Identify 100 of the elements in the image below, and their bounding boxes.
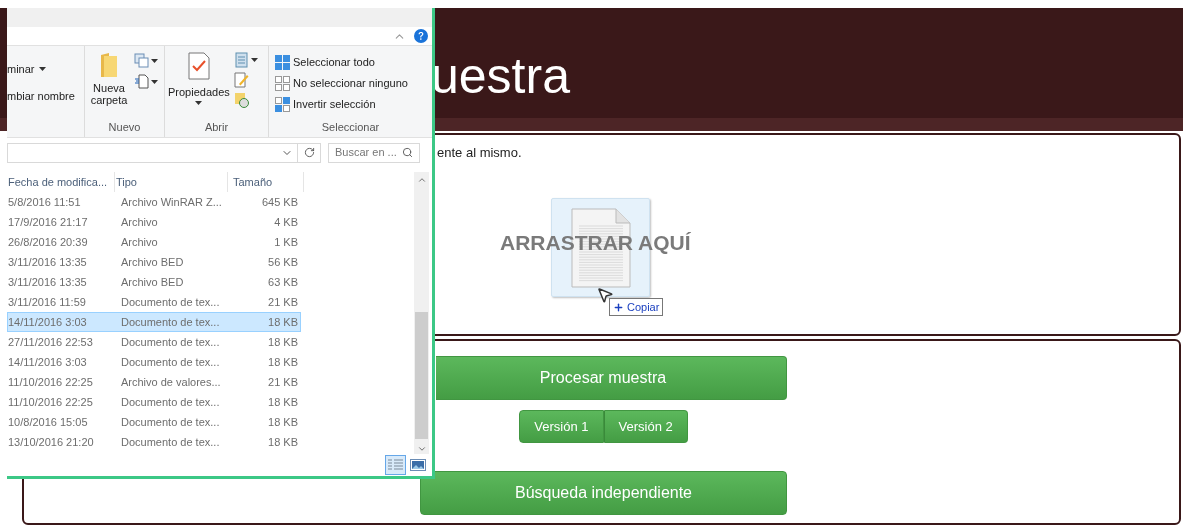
table-cell-text: 17/9/2016 21:17 (8, 214, 89, 230)
table-cell-text: 56 KB (267, 254, 298, 270)
file-row[interactable]: 26/8/2016 20:39 Archivo 1 KB (7, 232, 301, 252)
file-row[interactable]: 3/11/2016 13:35 Archivo BED 56 KB (7, 252, 301, 272)
table-cell-text: Archivo (120, 234, 159, 250)
file-row[interactable]: 11/10/2016 22:25 Documento de tex... 18 KB (7, 392, 301, 412)
select-grid-icon (275, 97, 290, 112)
table-cell-text: 26/8/2016 20:39 (8, 234, 89, 250)
properties-icon (187, 52, 210, 80)
table-cell-text: 1 KB (273, 234, 298, 250)
table-cell-text: 11/10/2016 22:25 (8, 374, 94, 390)
table-cell-text: 3/11/2016 11:59 (8, 294, 87, 310)
table-cell-text: Archivo WinRAR Z... (120, 194, 223, 210)
file-row[interactable]: 3/11/2016 13:35 Archivo BED 63 KB (7, 272, 301, 292)
scroll-down-icon[interactable] (416, 444, 427, 454)
folder-icon (100, 52, 118, 78)
scroll-up-icon[interactable] (416, 175, 427, 185)
intro-text: ente al mismo. (437, 144, 522, 162)
history-icon (233, 92, 249, 108)
group-label: Abrir (203, 120, 230, 135)
select-grid-icon (275, 76, 290, 91)
table-cell-text: 645 KB (260, 194, 298, 210)
table-cell-text: Documento de tex... (120, 314, 221, 330)
plus-icon (613, 301, 624, 313)
cursor-icon (596, 286, 614, 304)
table-cell-text: 18 KB (267, 314, 298, 330)
dropdown-caret-icon (151, 58, 158, 63)
file-row[interactable]: 27/11/2016 22:53 Documento de tex... 18 KB (7, 332, 301, 352)
table-cell-text: 21 KB (267, 374, 298, 390)
page-title: uestra (431, 51, 570, 101)
file-row[interactable]: 13/10/2016 21:20 Documento de tex... 18 KB (7, 432, 301, 452)
dropdown-caret-icon (151, 79, 158, 84)
drag-tooltip: Copiar (609, 298, 664, 316)
file-row[interactable]: 17/9/2016 21:17 Archivo 4 KB (7, 212, 301, 232)
new-folder-button[interactable]: Nueva carpeta (90, 52, 128, 119)
easy-access-icon (134, 74, 149, 89)
file-row[interactable]: 10/8/2016 15:05 Documento de tex... 18 KB (7, 412, 301, 432)
group-label: Seleccionar (320, 120, 381, 135)
properties-button[interactable]: Propiedades (168, 52, 230, 119)
table-cell-text: 10/8/2016 15:05 (8, 414, 89, 430)
table-cell-text: Documento de tex... (120, 294, 221, 310)
table-cell-text: 27/11/2016 22:53 (8, 334, 94, 350)
thumbnail-view-button[interactable] (409, 456, 427, 474)
table-cell-text: 11/10/2016 22:25 (8, 394, 94, 410)
table-cell-text: Archivo BED (120, 254, 185, 270)
help-icon[interactable] (414, 29, 428, 43)
version-button[interactable]: Versión 1 (519, 410, 604, 443)
table-cell-text: 18 KB (267, 334, 298, 350)
edit-icon (233, 72, 249, 88)
search-field[interactable]: Buscar en ... (328, 142, 420, 163)
column-header[interactable]: Tamaño (228, 172, 304, 192)
file-row[interactable]: 14/11/2016 3:03 Documento de tex... 18 KB (7, 312, 301, 332)
table-cell-text: Archivo BED (120, 274, 185, 290)
table-cell-text: 21 KB (267, 294, 298, 310)
table-cell-text: 13/10/2016 21:20 (8, 434, 95, 450)
table-cell-text: 3/11/2016 13:35 (8, 254, 88, 270)
scrollbar[interactable] (414, 172, 429, 454)
version-button[interactable]: Versión 2 (603, 410, 688, 443)
table-cell-text: 14/11/2016 3:03 (8, 354, 88, 370)
drop-zone-label: ARRASTRAR AQUÍ (500, 229, 691, 256)
table-cell-text: Documento de tex... (120, 434, 221, 450)
new-item-icon (134, 53, 149, 68)
file-row[interactable]: 3/11/2016 11:59 Documento de tex... 21 KB (7, 292, 301, 312)
group-label: Nuevo (107, 120, 142, 135)
table-cell-text: 18 KB (267, 434, 298, 450)
table-cell-text: 5/8/2016 11:51 (8, 194, 82, 210)
search-icon (402, 147, 413, 158)
select-grid-icon (275, 55, 290, 70)
search-button[interactable]: Búsqueda independiente (420, 471, 787, 515)
table-cell-text: 18 KB (267, 354, 298, 370)
table-cell-text: Documento de tex... (120, 414, 221, 430)
column-header[interactable]: Fecha de modifica... (7, 172, 115, 192)
details-view-icon (388, 459, 403, 471)
ribbon-button[interactable]: mbiar nombre (7, 89, 84, 103)
select-option[interactable]: Seleccionar todo (275, 55, 432, 70)
table-cell-text: 18 KB (267, 414, 298, 430)
select-option[interactable]: Invertir selección (275, 97, 432, 112)
file-row[interactable]: 14/11/2016 3:03 Documento de tex... 18 KB (7, 352, 301, 372)
column-header[interactable]: Tipo (115, 172, 228, 192)
scrollbar-thumb[interactable] (415, 311, 428, 440)
table-cell-text: 63 KB (267, 274, 298, 290)
thumbnail-view-icon (410, 459, 426, 471)
table-cell-text: Archivo de valores... (120, 374, 222, 390)
file-row[interactable]: 5/8/2016 11:51 Archivo WinRAR Z... 645 KB (7, 192, 301, 212)
open-icon (233, 52, 249, 68)
table-cell-text: Documento de tex... (120, 394, 221, 410)
table-cell-text: 14/11/2016 3:03 (8, 314, 88, 330)
table-cell-text: Archivo (120, 214, 159, 230)
process-button[interactable]: Procesar muestra (436, 356, 787, 400)
file-row[interactable]: 11/10/2016 22:25 Archivo de valores... 21 KB (7, 372, 301, 392)
ribbon-button[interactable]: minar (7, 62, 84, 76)
select-option[interactable]: No seleccionar ninguno (275, 76, 432, 91)
dropdown-caret-icon (195, 101, 203, 105)
refresh-icon[interactable] (303, 147, 315, 158)
table-cell-text: Documento de tex... (120, 334, 221, 350)
table-cell-text: 4 KB (273, 214, 298, 230)
table-cell-text: 18 KB (267, 394, 298, 410)
dropdown-caret-icon (250, 58, 258, 62)
table-cell-text: Documento de tex... (120, 354, 221, 370)
table-cell-text: 3/11/2016 13:35 (8, 274, 88, 290)
